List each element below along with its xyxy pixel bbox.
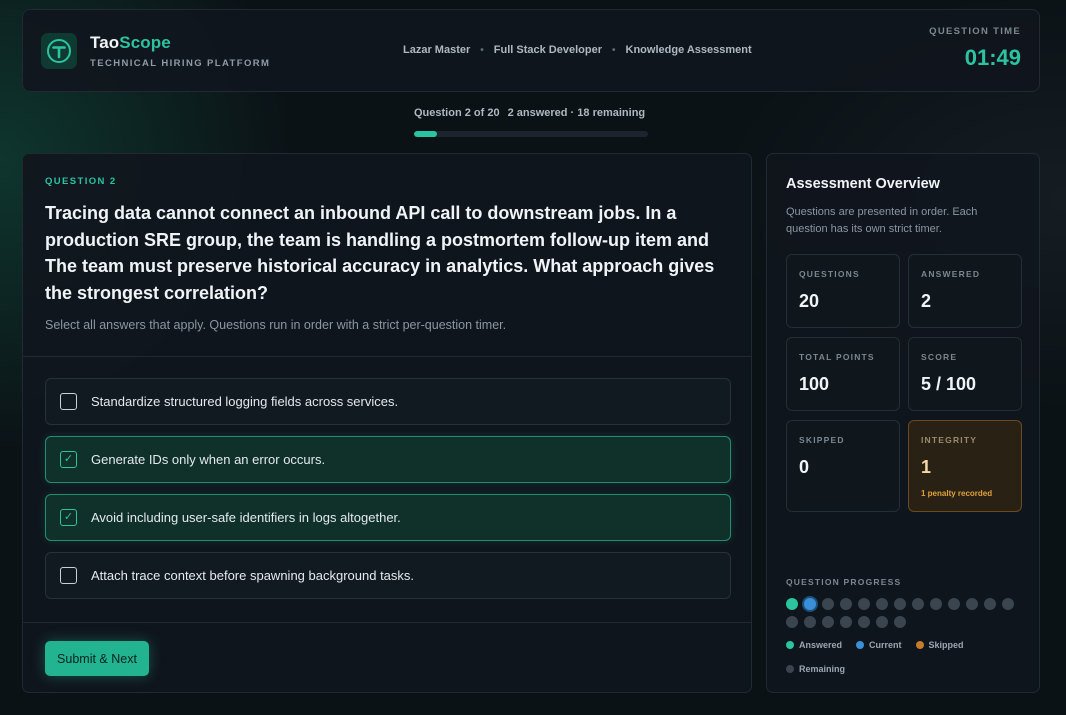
penalty-note: 1 penalty recorded — [921, 489, 993, 498]
breadcrumb-assessment: Knowledge Assessment — [625, 44, 752, 56]
question-dot-4[interactable] — [840, 598, 852, 610]
question-dot-2[interactable] — [804, 598, 816, 610]
assessment-progress: Question 2 of 20 2 answered · 18 remainin… — [414, 107, 650, 137]
divider — [23, 622, 751, 623]
question-number: QUESTION 2 — [45, 176, 117, 187]
assessment-overview-panel: Assessment Overview Questions are presen… — [766, 153, 1040, 693]
progress-summary: 2 answered · 18 remaining — [507, 107, 646, 119]
app-header: TaoScope TECHNICAL HIRING PLATFORM Lazar… — [22, 9, 1040, 92]
question-dot-20[interactable] — [894, 616, 906, 628]
progress-position: Question 2 of 20 — [414, 107, 500, 119]
legend-skipped: Skipped — [915, 640, 964, 650]
breadcrumb-separator: • — [480, 44, 484, 56]
question-dot-5[interactable] — [858, 598, 870, 610]
answer-option-2[interactable]: ✓ Generate IDs only when an error occurs… — [45, 436, 731, 483]
breadcrumb-candidate: Lazar Master — [403, 44, 471, 56]
breadcrumb-role: Full Stack Developer — [493, 44, 602, 56]
legend-label: Answered — [799, 640, 843, 650]
breadcrumb: Lazar Master • Full Stack Developer • Kn… — [403, 44, 752, 56]
stat-value: 1 — [921, 457, 932, 477]
question-progress-dots — [786, 598, 1026, 628]
progress-text: Question 2 of 20 2 answered · 18 remainin… — [414, 107, 650, 119]
question-dot-10[interactable] — [948, 598, 960, 610]
taoscope-logo-icon — [41, 33, 77, 69]
question-dot-17[interactable] — [840, 616, 852, 628]
legend-dot-icon — [915, 641, 924, 649]
breadcrumb-separator: • — [612, 44, 616, 56]
checkbox-icon[interactable] — [60, 393, 77, 410]
question-dot-14[interactable] — [786, 616, 798, 628]
overview-description: Questions are presented in order. Each q… — [786, 206, 978, 235]
question-progress-label: QUESTION PROGRESS — [786, 577, 902, 587]
question-dot-9[interactable] — [930, 598, 942, 610]
stat-value: 5 / 100 — [921, 374, 977, 394]
submit-next-button[interactable]: Submit & Next — [45, 641, 149, 676]
checkbox-icon[interactable]: ✓ — [60, 451, 77, 468]
divider — [23, 356, 751, 357]
question-dot-11[interactable] — [966, 598, 978, 610]
stat-label: ANSWERED — [921, 269, 981, 279]
stat-skipped: SKIPPED 0 — [786, 420, 900, 512]
stat-label: QUESTIONS — [799, 269, 860, 279]
legend-label: Remaining — [799, 664, 846, 674]
legend-dot-icon — [786, 641, 794, 649]
stat-label: TOTAL POINTS — [799, 352, 875, 362]
answer-option-1[interactable]: Standardize structured logging fields ac… — [45, 378, 731, 425]
stat-value: 0 — [799, 457, 810, 477]
question-dot-13[interactable] — [1002, 598, 1014, 610]
timer-value: 01:49 — [964, 45, 1021, 70]
question-text: Tracing data cannot connect an inbound A… — [45, 203, 715, 303]
question-card: QUESTION 2 Tracing data cannot connect a… — [22, 153, 752, 693]
question-dot-7[interactable] — [894, 598, 906, 610]
stat-total-points: TOTAL POINTS 100 — [786, 337, 900, 411]
legend-dot-icon — [786, 665, 794, 673]
answer-option-text: Avoid including user-safe identifiers in… — [91, 510, 401, 525]
question-dot-16[interactable] — [822, 616, 834, 628]
question-hint: Select all answers that apply. Questions… — [45, 318, 507, 332]
brand-name-prefix: Tao — [90, 33, 120, 52]
timer-label: QUESTION TIME — [929, 26, 1021, 37]
question-dot-8[interactable] — [912, 598, 924, 610]
legend-current: Current — [856, 640, 902, 650]
checkbox-icon[interactable]: ✓ — [60, 509, 77, 526]
stat-score: SCORE 5 / 100 — [908, 337, 1022, 411]
answer-option-text: Generate IDs only when an error occurs. — [91, 452, 326, 467]
legend-answered: Answered — [786, 640, 842, 650]
stat-questions: QUESTIONS 20 — [786, 254, 900, 328]
question-dot-12[interactable] — [984, 598, 996, 610]
brand-name: TaoScope — [90, 33, 270, 53]
stat-label: SKIPPED — [799, 435, 845, 445]
answer-options: Standardize structured logging fields ac… — [45, 378, 731, 610]
answer-option-text: Attach trace context before spawning bac… — [91, 568, 415, 583]
stat-value: 100 — [799, 374, 830, 394]
checkbox-icon[interactable] — [60, 567, 77, 584]
overview-title: Assessment Overview — [786, 176, 940, 192]
legend-remaining: Remaining — [786, 664, 845, 674]
stat-label: INTEGRITY — [921, 435, 978, 445]
answer-option-4[interactable]: Attach trace context before spawning bac… — [45, 552, 731, 599]
legend-dot-icon — [856, 641, 865, 649]
stat-answered: ANSWERED 2 — [908, 254, 1022, 328]
question-dot-19[interactable] — [876, 616, 888, 628]
answer-option-text: Standardize structured logging fields ac… — [91, 394, 399, 409]
progress-bar — [414, 131, 648, 137]
question-dot-3[interactable] — [822, 598, 834, 610]
question-timer: QUESTION TIME 01:49 — [929, 26, 1021, 71]
progress-bar-fill — [414, 131, 438, 137]
legend-label: Skipped — [928, 640, 964, 650]
question-dot-1[interactable] — [786, 598, 798, 610]
answer-option-3[interactable]: ✓ Avoid including user-safe identifiers … — [45, 494, 731, 541]
brand-subtitle: TECHNICAL HIRING PLATFORM — [90, 58, 271, 69]
question-dot-6[interactable] — [876, 598, 888, 610]
brand-name-suffix: Scope — [119, 33, 171, 52]
stat-label: SCORE — [921, 352, 958, 362]
stat-value: 20 — [799, 291, 820, 311]
legend-label: Current — [869, 640, 902, 650]
progress-legend: Answered Current Skipped Remaining — [786, 640, 1026, 674]
brand: TaoScope TECHNICAL HIRING PLATFORM — [90, 33, 270, 69]
stat-integrity: INTEGRITY 1 1 penalty recorded — [908, 420, 1022, 512]
stat-value: 2 — [921, 291, 932, 311]
question-dot-15[interactable] — [804, 616, 816, 628]
question-dot-18[interactable] — [858, 616, 870, 628]
